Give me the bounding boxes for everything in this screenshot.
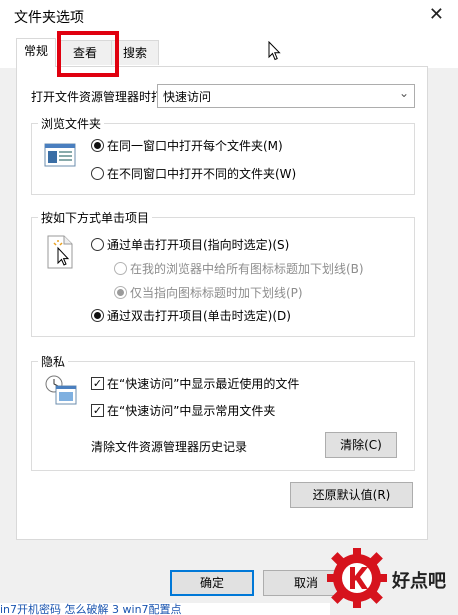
watermark-logo: 好点吧 <box>322 545 458 615</box>
browse-folders-group: 浏览文件夹 <box>31 115 415 195</box>
title-bar: 文件夹选项 ✕ <box>0 0 458 34</box>
radio-single-click[interactable] <box>91 238 104 251</box>
tab-search-label: 搜索 <box>122 46 147 60</box>
checkbox-recent-files[interactable]: ✓ <box>91 377 104 390</box>
folder-options-dialog: 文件夹选项 ✕ 常规 查看 搜索 打开文件资源管理器时打 快速访问 ⌄ 浏览文件… <box>0 0 458 615</box>
click-items-title: 按如下方式单击项目 <box>38 209 153 226</box>
mouse-cursor-icon <box>268 41 281 61</box>
chevron-down-icon: ⌄ <box>398 86 409 100</box>
tab-general[interactable]: 常规 <box>16 38 56 67</box>
radio-double-click[interactable] <box>91 309 104 322</box>
background-page-strip: in7开机密码 怎么破解 3 win7配置点 <box>0 603 330 615</box>
underline-point-label: 仅当指向图标标题时加下划线(P) <box>130 286 303 300</box>
gear-logo-icon <box>327 548 387 608</box>
frequent-folders-label: 在“快速访问”中显示常用文件夹 <box>107 404 276 418</box>
clear-history-label: 清除文件资源管理器历史记录 <box>91 440 248 454</box>
privacy-history-icon <box>45 375 77 405</box>
checkbox-frequent-folders[interactable]: ✓ <box>91 404 104 417</box>
background-page-text: in7开机密码 怎么破解 3 win7配置点 <box>0 603 182 615</box>
close-icon[interactable]: ✕ <box>429 4 444 26</box>
open-explorer-label: 打开文件资源管理器时打 <box>31 90 164 104</box>
window-title: 文件夹选项 <box>14 10 84 26</box>
restore-defaults-button[interactable]: 还原默认值(R) <box>290 482 413 508</box>
same-window-label: 在同一窗口中打开每个文件夹(M) <box>107 139 283 153</box>
ok-button[interactable]: 确定 <box>170 570 254 596</box>
double-click-label: 通过双击打开项目(单击时选定)(D) <box>107 309 291 323</box>
single-click-label: 通过单击打开项目(指向时选定)(S) <box>107 238 290 252</box>
underline-all-label: 在我的浏览器中给所有图标标题加下划线(B) <box>130 262 364 276</box>
radio-same-window[interactable] <box>91 139 104 152</box>
open-explorer-dropdown[interactable]: 快速访问 ⌄ <box>157 84 415 108</box>
radio-underline-all[interactable] <box>114 262 127 275</box>
clear-history-button[interactable]: 清除(C) <box>325 432 397 458</box>
click-pointer-icon <box>47 235 73 269</box>
radio-new-window[interactable] <box>91 167 104 180</box>
new-window-label: 在不同窗口中打开不同的文件夹(W) <box>107 167 297 181</box>
recent-files-label: 在“快速访问”中显示最近使用的文件 <box>107 377 300 391</box>
browse-folders-title: 浏览文件夹 <box>38 115 105 132</box>
tab-general-label: 常规 <box>23 44 48 58</box>
privacy-title: 隐私 <box>38 353 69 370</box>
radio-underline-point[interactable] <box>114 286 127 299</box>
open-explorer-value: 快速访问 <box>163 90 212 104</box>
highlight-box <box>57 31 119 77</box>
watermark-text: 好点吧 <box>392 571 446 592</box>
window-layout-icon <box>44 143 76 167</box>
